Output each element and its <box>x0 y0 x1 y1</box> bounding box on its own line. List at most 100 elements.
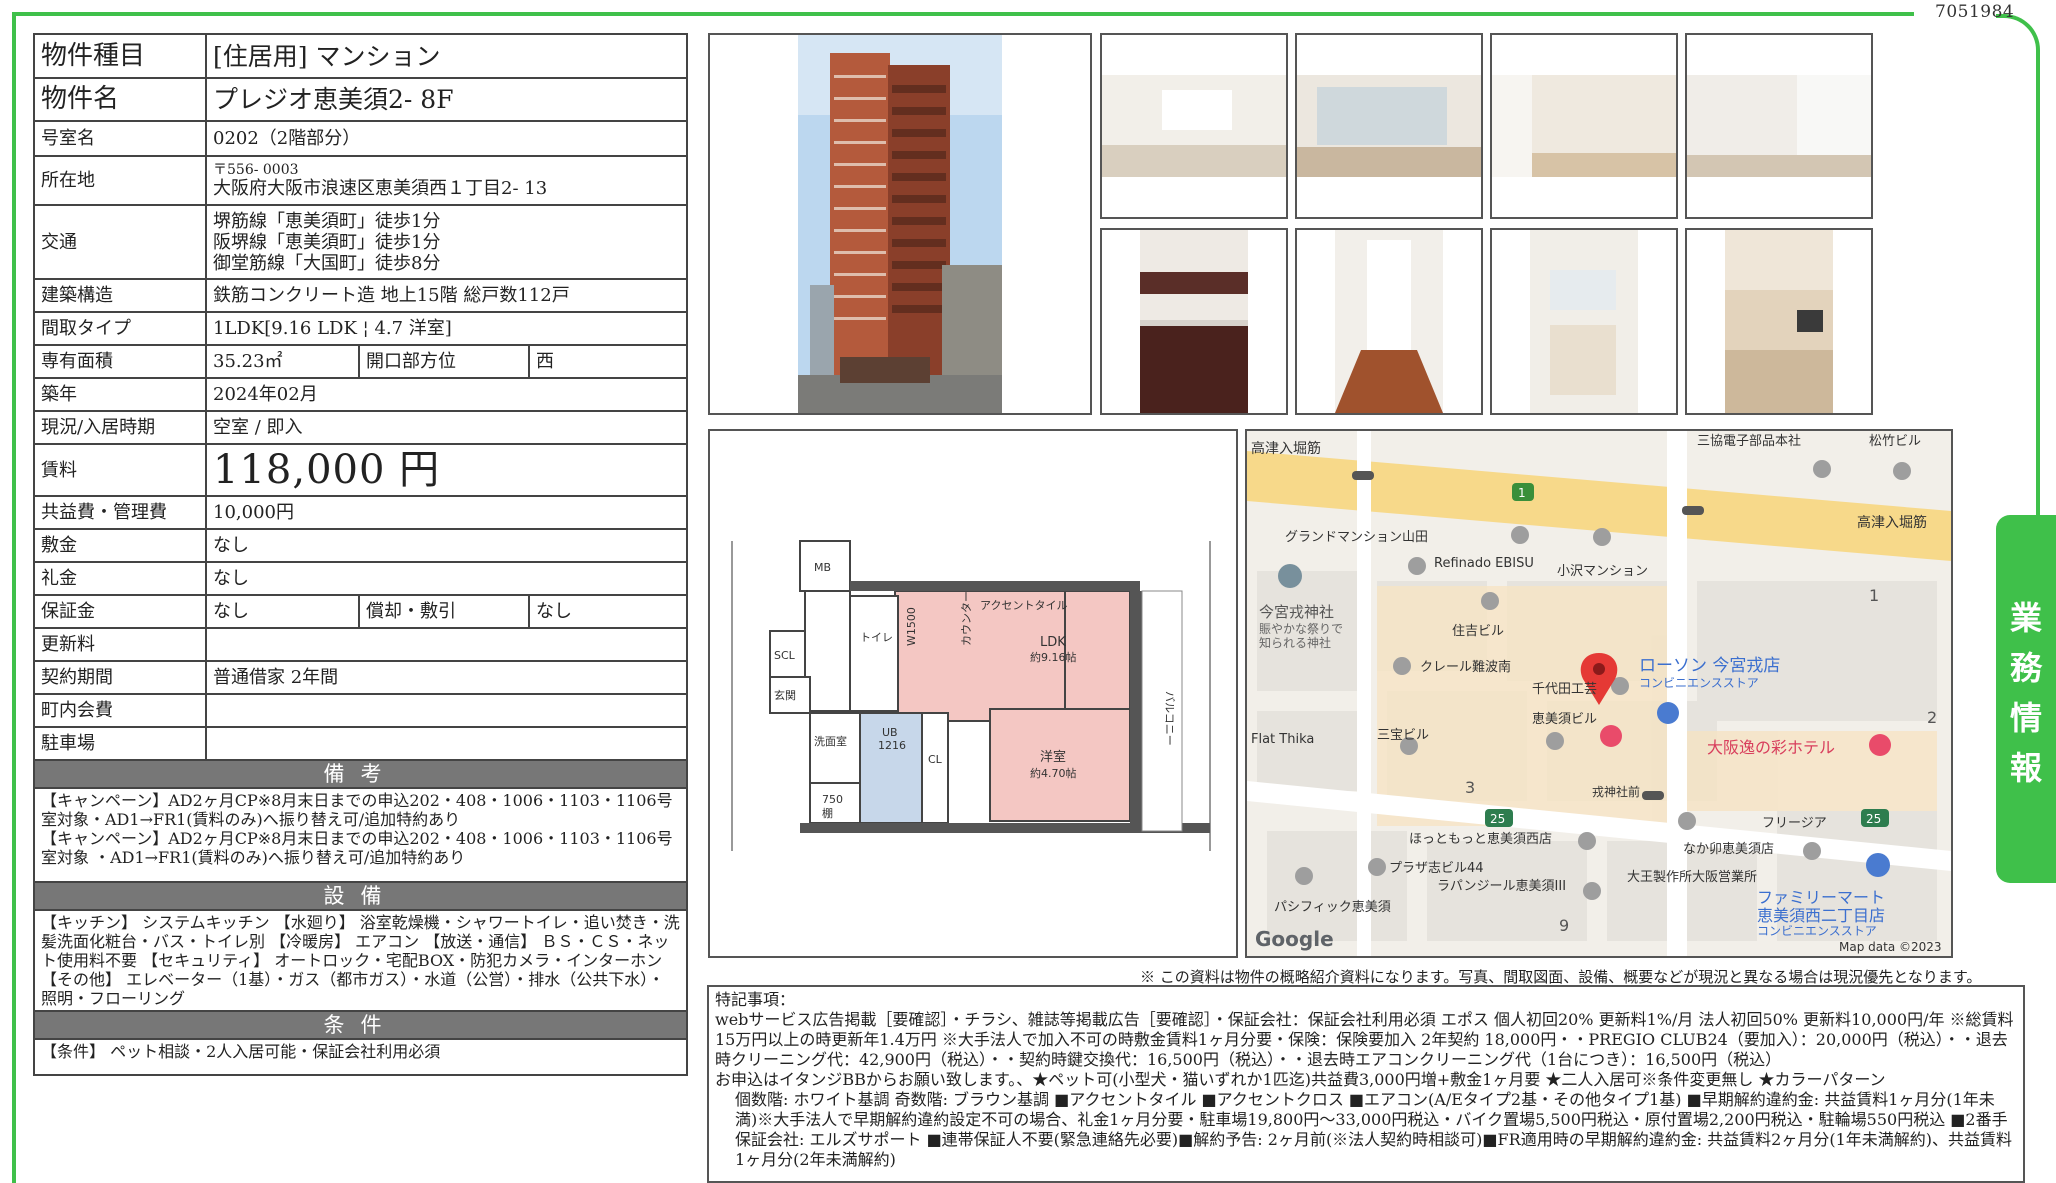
equipment-header-row: 設備 <box>32 881 689 911</box>
access-cell: 堺筋線「恵美須町」徒歩1分 阪堺線「恵美須町」徒歩1分 御堂筋線「大国町」徒歩8… <box>204 204 689 280</box>
interior-photo-4 <box>1685 33 1873 219</box>
location-map[interactable]: 1 25 25 1 2 3 9 高津入堀筋 三協電子部品本社 松竹ビル 高津入堀… <box>1245 429 1953 958</box>
map-label: なか卯恵美須店 <box>1683 842 1774 857</box>
google-logo: Google <box>1255 927 1334 951</box>
interior-photo-3 <box>1490 33 1678 219</box>
business-info-tab[interactable]: 業 務 情 報 <box>1996 515 2056 883</box>
contract-label: 契約期間 <box>33 660 207 695</box>
renewal-value <box>204 627 689 662</box>
map-label: 戎神社前 <box>1592 784 1640 799</box>
conditions-row: 【条件】 ペット相談・2人入居可能・保証会社利用必須 <box>32 1038 689 1076</box>
map-label: ラパンジール恵美須III <box>1437 879 1566 894</box>
map-route-1: 1 <box>1518 486 1526 500</box>
side-tab-char: 務 <box>2009 649 2042 687</box>
property-id: 7051984 <box>1935 2 2015 22</box>
plan-label-ub: UB <box>882 726 898 739</box>
interior-photo-6-image <box>1335 230 1443 413</box>
map-label: 恵美須西二丁目店 <box>1757 906 1885 925</box>
interior-photo-4-image <box>1687 75 1871 177</box>
interior-photo-1 <box>1100 33 1288 219</box>
remarks-title: 備考 <box>32 759 689 789</box>
address-label: 所在地 <box>33 155 207 206</box>
map-label: ファミリーマート <box>1757 888 1885 907</box>
built-value: 2024年02月 <box>204 377 689 412</box>
map-label: パシフィック恵美須 <box>1274 900 1391 915</box>
map-label: フリージア <box>1762 816 1827 831</box>
parking-value <box>204 726 689 761</box>
row-deposit: 敷金 なし <box>33 528 689 563</box>
row-layout: 間取タイプ 1LDK[9.16 LDK ¦ 4.7 洋室] <box>33 311 689 346</box>
map-label: 小沢マンション <box>1557 564 1648 579</box>
map-label: 今宮戎神社 <box>1259 603 1334 621</box>
side-tab-char: 情 <box>2009 699 2042 737</box>
notes-line: webサービス広告掲載［要確認］・チラシ、雑誌等掲載広告［要確認］・保証会社：保… <box>715 1010 2014 1069</box>
remarks-body: 【キャンペーン】AD2ヶ月CP※8月末日までの申込202・408・1006・11… <box>32 787 689 883</box>
map-attribution: Map data ©2023 <box>1839 940 1942 954</box>
name-label: 物件名 <box>33 77 207 122</box>
floor-plan-drawing: MB SCL 玄関 トイレ 洗面室 UB 1216 750 W1500 カウンタ… <box>731 540 1211 851</box>
deposit-label: 敷金 <box>33 528 207 563</box>
plan-label-washroom: 洗面室 <box>814 734 847 748</box>
remarks-header-row: 備考 <box>32 759 689 789</box>
plan-label-western-room: 洋室 <box>1040 749 1066 765</box>
map-district-2: 2 <box>1927 708 1937 727</box>
area-label: 専有面積 <box>33 344 207 379</box>
building-photo <box>708 33 1092 415</box>
map-label: 賑やかな祭りで <box>1259 622 1343 636</box>
equipment-row: 【キッチン】 システムキッチン 【水廻り】 浴室乾燥機・シャワートイレ・追い焚き… <box>32 909 689 1012</box>
frame-top-border <box>14 12 1914 16</box>
notes-title: 特記事項： <box>715 990 796 1009</box>
row-room: 号室名 0202（2階部分） <box>33 120 689 157</box>
interior-photo-6 <box>1295 228 1483 415</box>
fee-label: 共益費・管理費 <box>33 495 207 530</box>
contract-value: 普通借家 2年間 <box>204 660 689 695</box>
access-label: 交通 <box>33 204 207 280</box>
address-cell: 〒556- 0003 大阪府大阪市浪速区恵美須西１丁目2- 13 <box>204 155 689 206</box>
plan-label-ldk-size: 約9.16帖 <box>1030 650 1077 664</box>
equipment-body: 【キッチン】 システムキッチン 【水廻り】 浴室乾燥機・シャワートイレ・追い焚き… <box>32 909 689 1012</box>
plan-label-accent-tile: アクセントタイル <box>980 599 1067 612</box>
row-access: 交通 堺筋線「恵美須町」徒歩1分 阪堺線「恵美須町」徒歩1分 御堂筋線「大国町」… <box>33 204 689 280</box>
structure-value: 鉄筋コンクリート造 地上15階 総戸数112戸 <box>204 278 689 313</box>
plan-label-shelf: 棚 <box>822 806 833 820</box>
map-label: 住吉ビル <box>1452 624 1504 639</box>
map-label: プラザ志ビル44 <box>1389 861 1484 876</box>
equipment-title: 設備 <box>32 881 689 911</box>
address-value: 大阪府大阪市浪速区恵美須西１丁目2- 13 <box>213 178 548 199</box>
row-fee: 共益費・管理費 10,000円 <box>33 495 689 530</box>
plan-label-counter: カウンター <box>960 591 973 646</box>
map-label: コンビニエンスストア <box>1639 676 1759 690</box>
notes-line: 個数階: ホワイト基調 奇数階: ブラウン基調 ■アクセントタイル ■アクセント… <box>735 1090 2013 1169</box>
map-label: ほっともっと恵美須西店 <box>1409 832 1552 847</box>
key-money-value: なし <box>204 561 689 596</box>
rent-value: 118,000 円 <box>204 443 689 497</box>
type-label: 物件種目 <box>33 33 207 79</box>
community-label: 町内会費 <box>33 693 207 728</box>
interior-photo-7-image <box>1530 230 1638 413</box>
side-tab-char: 業 <box>2009 599 2042 637</box>
map-label: 知られる神社 <box>1259 635 1331 650</box>
map-label: コンビニエンスストア <box>1757 924 1877 938</box>
address-postal: 〒556- 0003 <box>213 162 299 178</box>
row-type: 物件種目 [住居用] マンション <box>33 33 689 79</box>
map-label: ローソン 今宮戎店 <box>1639 656 1780 676</box>
map-district-9: 9 <box>1559 916 1569 935</box>
name-value: プレジオ恵美須2- 8F <box>204 77 689 122</box>
row-rent: 賃料 118,000 円 <box>33 443 689 497</box>
interior-photo-5-image <box>1140 230 1248 413</box>
floor-plan: MB SCL 玄関 トイレ 洗面室 UB 1216 750 W1500 カウンタ… <box>708 429 1238 958</box>
guarantee-label: 保証金 <box>33 594 207 629</box>
access-line: 御堂筋線「大国町」徒歩8分 <box>213 252 441 274</box>
plan-label-w1500: W1500 <box>905 607 918 646</box>
map-label: 松竹ビル <box>1869 434 1921 449</box>
map-label: 三協電子部品本社 <box>1697 433 1801 449</box>
plan-label-toilet: トイレ <box>860 631 893 644</box>
row-renewal: 更新料 <box>33 627 689 662</box>
location-map-drawing: 1 25 25 1 2 3 9 高津入堀筋 三協電子部品本社 松竹ビル 高津入堀… <box>1247 431 1951 956</box>
row-contract: 契約期間 普通借家 2年間 <box>33 660 689 695</box>
access-line: 阪堺線「恵美須町」徒歩1分 <box>213 231 441 253</box>
row-area: 専有面積 35.23㎡ 開口部方位 西 <box>33 344 689 379</box>
remarks-line: 【キャンペーン】AD2ヶ月CP※8月末日までの申込202・408・1006・11… <box>41 791 673 829</box>
map-label: クレール難波南 <box>1420 659 1511 675</box>
side-tab-char: 報 <box>2009 749 2042 787</box>
